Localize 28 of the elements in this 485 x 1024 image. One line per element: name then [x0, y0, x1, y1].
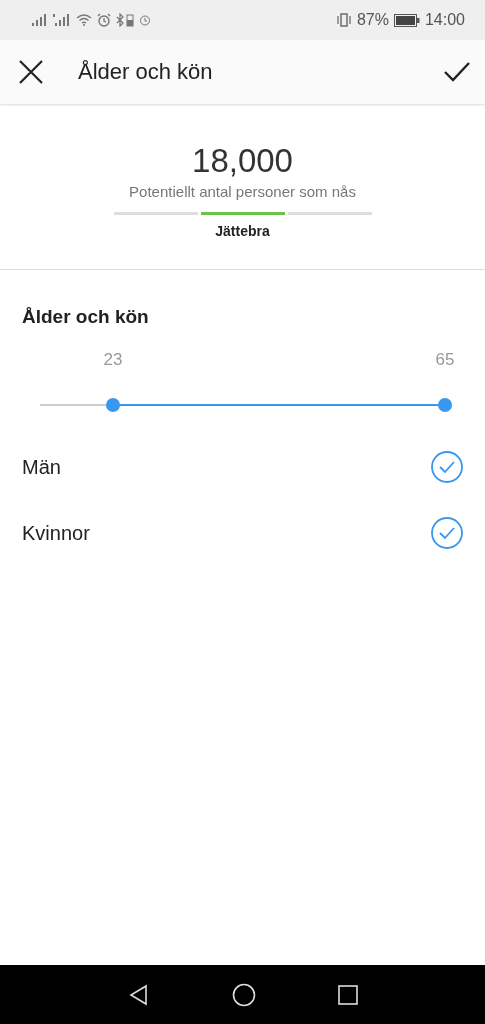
slider-thumb[interactable]: [105, 398, 120, 412]
reach-caption: Potentiellt antal personer som nås: [129, 183, 356, 200]
signal-icon: [32, 14, 48, 26]
alarm-icon: [97, 13, 111, 27]
gender-label: Män: [22, 455, 61, 479]
vibrate-icon: [335, 13, 352, 27]
reach-rating: Jättebra: [215, 223, 270, 239]
wifi-icon: [76, 14, 92, 26]
bluetooth-battery-icon: [116, 13, 134, 27]
home-icon[interactable]: [231, 982, 256, 1007]
alarm-icon: [139, 14, 151, 26]
screen-title: Ålder och kön: [78, 59, 214, 85]
battery-icon: [393, 13, 420, 27]
close-button[interactable]: [18, 59, 44, 85]
recents-icon[interactable]: [337, 984, 358, 1005]
signal-icon: [53, 14, 71, 26]
checked-circle-icon[interactable]: [431, 451, 463, 483]
back-icon[interactable]: [127, 983, 150, 1006]
clock-time: 14:00: [424, 11, 465, 29]
age-value: 23: [103, 350, 123, 370]
age-value: 65: [435, 350, 455, 370]
slider-thumb[interactable]: [438, 398, 452, 412]
reach-count: 18,000: [192, 142, 293, 180]
confirm-button[interactable]: [443, 61, 471, 83]
gender-label: Kvinnor: [22, 521, 90, 545]
battery-percent: 87%: [356, 11, 389, 29]
checked-circle-icon[interactable]: [431, 517, 463, 549]
section-title: Ålder och kön: [22, 306, 150, 328]
